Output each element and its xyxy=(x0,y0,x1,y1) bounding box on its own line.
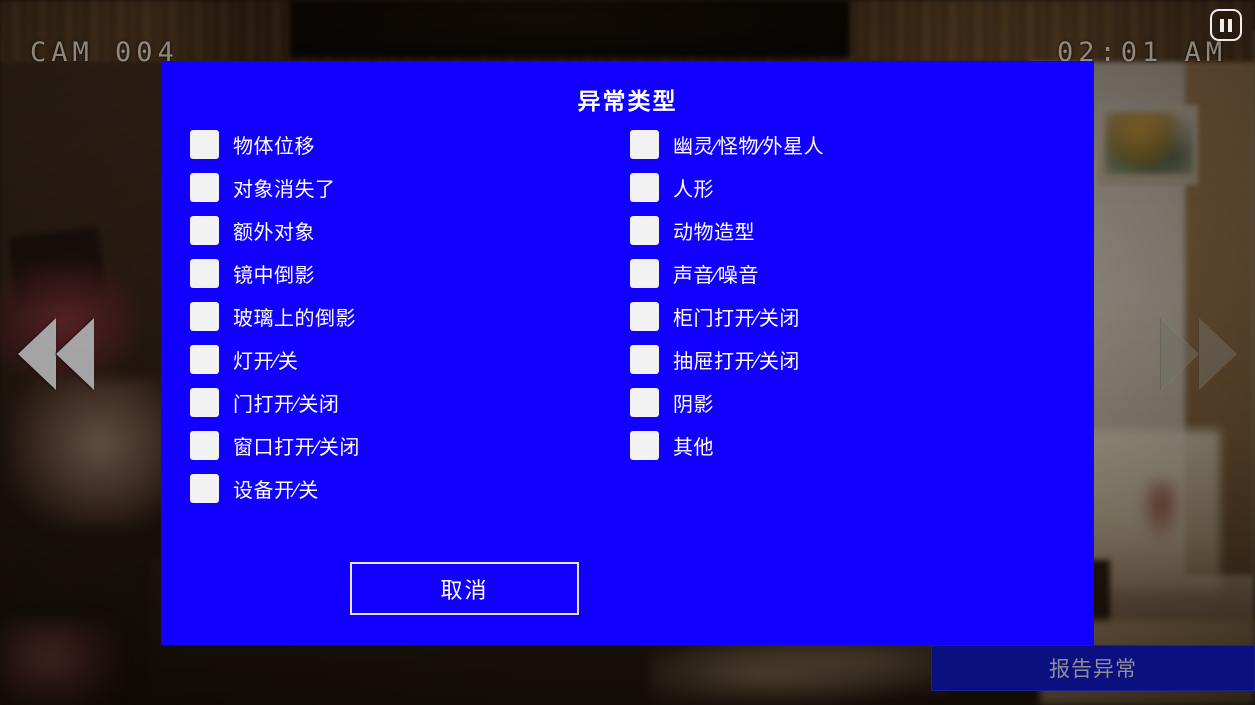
anomaly-option-label: 额外对象 xyxy=(233,222,315,244)
anomaly-option-row[interactable]: 物体位移 xyxy=(190,123,360,166)
anomaly-option-label: 镜中倒影 xyxy=(233,265,315,287)
bg-shelf-ornaments xyxy=(1105,112,1193,174)
checkbox-unchecked[interactable] xyxy=(190,216,219,245)
anomaly-option-row[interactable]: 声音∕噪音 xyxy=(630,252,824,295)
checkbox-unchecked[interactable] xyxy=(190,130,219,159)
checkbox-unchecked[interactable] xyxy=(630,173,659,202)
checkbox-unchecked[interactable] xyxy=(630,345,659,374)
anomaly-option-row[interactable]: 镜中倒影 xyxy=(190,252,360,295)
dialog-title: 异常类型 xyxy=(577,88,678,114)
rewind-double-arrow-icon xyxy=(56,318,94,390)
anomaly-options-left-column: 物体位移对象消失了额外对象镜中倒影玻璃上的倒影 灯开∕关门打开∕关闭 窗口打开∕关闭… xyxy=(190,123,360,510)
anomaly-option-label: 门打开∕关闭 xyxy=(233,394,340,416)
checkbox-unchecked[interactable] xyxy=(190,388,219,417)
checkbox-unchecked[interactable] xyxy=(190,259,219,288)
anomaly-option-row[interactable]: 人形 xyxy=(630,166,824,209)
anomaly-option-label: 幽灵∕怪物∕外星人 xyxy=(673,136,825,158)
anomaly-option-row[interactable]: 对象消失了 xyxy=(190,166,360,209)
rewind-double-arrow-icon xyxy=(18,318,56,390)
bg-dark-area xyxy=(290,0,850,58)
anomaly-option-row[interactable]: 窗口打开∕关闭 xyxy=(190,424,360,467)
checkbox-unchecked[interactable] xyxy=(630,302,659,331)
anomaly-option-row[interactable]: 玻璃上的倒影 xyxy=(190,295,360,338)
camera-view-screen: CAM 004 02:01 AM 报告异常 异常类型 物体位移 对象消失了 额外对象… xyxy=(0,0,1255,705)
anomaly-option-row[interactable]: 幽灵∕怪物∕外星人 xyxy=(630,123,824,166)
bg-bed-pillow xyxy=(1140,480,1182,542)
report-anomaly-label: 报告异常 xyxy=(1049,658,1137,681)
anomaly-option-label: 阴影 xyxy=(673,394,714,416)
cancel-button-label: 取消 xyxy=(440,577,489,603)
anomaly-option-label: 灯开∕关 xyxy=(233,351,299,373)
pause-icon xyxy=(1220,18,1224,32)
anomaly-option-label: 对象消失了 xyxy=(233,179,336,201)
checkbox-unchecked[interactable] xyxy=(190,302,219,331)
anomaly-option-label: 抽屉打开∕关闭 xyxy=(673,351,800,373)
previous-camera-button[interactable] xyxy=(18,318,94,390)
checkbox-unchecked[interactable] xyxy=(190,431,219,460)
pause-button[interactable] xyxy=(1210,9,1242,41)
fastforward-double-arrow-icon xyxy=(1161,318,1199,390)
anomaly-type-dialog: 异常类型 物体位移对象消失了额外对象镜中倒影玻璃上的倒影 灯开∕关门打开∕关闭 窗口… xyxy=(161,61,1094,645)
anomaly-option-label: 动物造型 xyxy=(673,222,755,244)
anomaly-option-label: 其他 xyxy=(673,437,714,459)
anomaly-options-right-column: 幽灵∕怪物∕外星人 人形动物造型声音∕噪音柜门打开∕关闭 抽屉打开∕关闭 阴影其他 xyxy=(630,123,824,467)
report-anomaly-button[interactable]: 报告异常 xyxy=(931,645,1255,691)
checkbox-unchecked[interactable] xyxy=(190,173,219,202)
checkbox-unchecked[interactable] xyxy=(630,259,659,288)
anomaly-option-label: 人形 xyxy=(673,179,714,201)
anomaly-option-row[interactable]: 抽屉打开∕关闭 xyxy=(630,338,824,381)
anomaly-option-row[interactable]: 阴影 xyxy=(630,381,824,424)
anomaly-option-label: 玻璃上的倒影 xyxy=(233,308,356,330)
camera-label: CAM 004 xyxy=(30,37,179,68)
anomaly-option-row[interactable]: 门打开∕关闭 xyxy=(190,381,360,424)
anomaly-option-row[interactable]: 柜门打开∕关闭 xyxy=(630,295,824,338)
bg-object-cream xyxy=(10,378,185,528)
anomaly-option-row[interactable]: 其他 xyxy=(630,424,824,467)
checkbox-unchecked[interactable] xyxy=(190,345,219,374)
next-camera-button[interactable] xyxy=(1161,318,1237,390)
anomaly-option-row[interactable]: 额外对象 xyxy=(190,209,360,252)
cancel-button[interactable]: 取消 xyxy=(350,562,579,615)
pause-icon xyxy=(1228,18,1232,32)
anomaly-option-row[interactable]: 设备开∕关 xyxy=(190,467,360,510)
anomaly-option-label: 物体位移 xyxy=(233,136,315,158)
checkbox-unchecked[interactable] xyxy=(630,431,659,460)
anomaly-option-label: 柜门打开∕关闭 xyxy=(673,308,800,330)
anomaly-option-row[interactable]: 灯开∕关 xyxy=(190,338,360,381)
bg-object-red xyxy=(0,620,120,705)
anomaly-option-label: 设备开∕关 xyxy=(233,480,319,502)
anomaly-option-label: 窗口打开∕关闭 xyxy=(233,437,360,459)
checkbox-unchecked[interactable] xyxy=(630,216,659,245)
anomaly-option-label: 声音∕噪音 xyxy=(673,265,759,287)
checkbox-unchecked[interactable] xyxy=(630,130,659,159)
fastforward-double-arrow-icon xyxy=(1199,318,1237,390)
anomaly-option-row[interactable]: 动物造型 xyxy=(630,209,824,252)
checkbox-unchecked[interactable] xyxy=(190,474,219,503)
checkbox-unchecked[interactable] xyxy=(630,388,659,417)
